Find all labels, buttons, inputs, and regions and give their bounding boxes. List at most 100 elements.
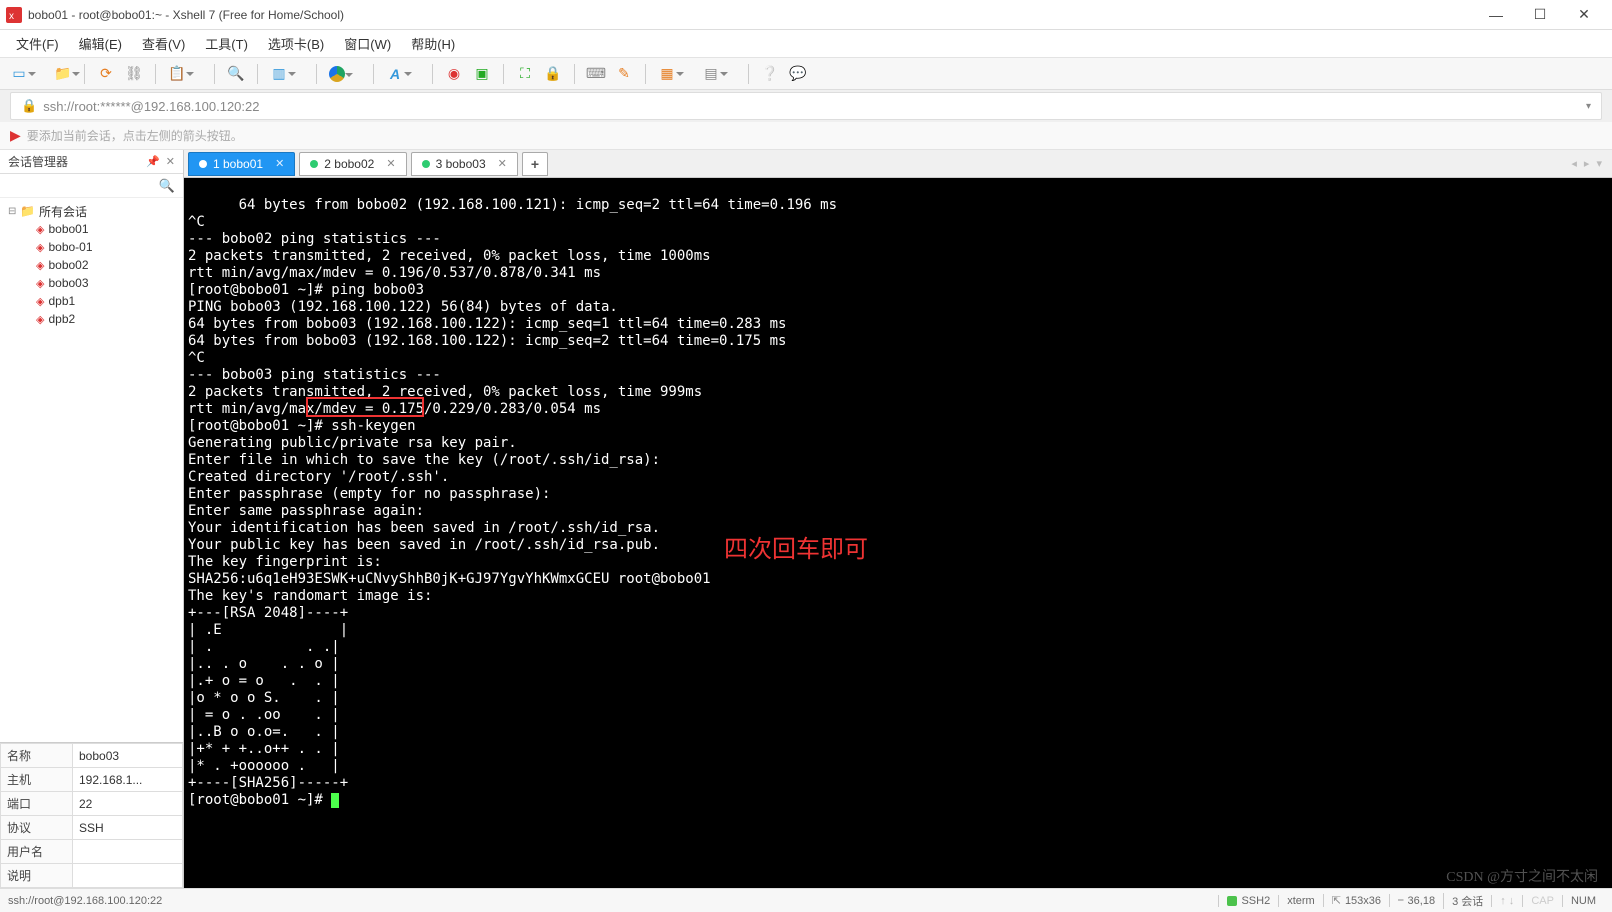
- status-left: ssh://root@192.168.100.120:22: [8, 895, 1218, 907]
- tab-add-button[interactable]: +: [522, 152, 548, 176]
- tab-nav-arrows[interactable]: ◂ ▸ ▾: [1571, 157, 1604, 170]
- highlight-icon[interactable]: ✎: [615, 65, 633, 83]
- flag-icon[interactable]: ▶: [10, 127, 21, 144]
- tab-close-icon[interactable]: ✕: [498, 157, 507, 170]
- new-session-icon[interactable]: ▭: [10, 65, 28, 83]
- menu-edit[interactable]: 编辑(E): [69, 30, 132, 57]
- tree-item-bobo03[interactable]: ◈bobo03: [0, 274, 183, 292]
- tab-close-icon[interactable]: ✕: [386, 157, 395, 170]
- copy-icon[interactable]: 📋: [168, 65, 186, 83]
- prop-row: 端口22: [1, 792, 183, 816]
- status-conn: SSH2: [1218, 895, 1278, 907]
- status-cap: CAP: [1522, 895, 1562, 907]
- open-session-icon[interactable]: 📁: [54, 65, 72, 83]
- window-buttons: — ☐ ✕: [1474, 1, 1606, 29]
- close-button[interactable]: ✕: [1562, 1, 1606, 29]
- sidebar-header: 会话管理器 📌✕: [0, 150, 183, 174]
- status-term: xterm: [1278, 895, 1323, 907]
- tree-item-dpb2[interactable]: ◈dpb2: [0, 310, 183, 328]
- tab-bobo01[interactable]: 1 bobo01 ✕: [188, 152, 295, 176]
- prop-row: 用户名: [1, 840, 183, 864]
- app-icon: x: [6, 7, 22, 23]
- search-icon[interactable]: 🔍: [227, 65, 245, 83]
- tree-root-label: 所有会话: [39, 203, 87, 220]
- record-icon[interactable]: ◉: [445, 65, 463, 83]
- watermark: CSDN @方寸之间不太闲: [1446, 866, 1598, 886]
- status-bar: ssh://root@192.168.100.120:22 SSH2 xterm…: [0, 888, 1612, 912]
- tab-status-icon: [310, 160, 318, 168]
- keyboard-icon[interactable]: ⌨: [587, 65, 605, 83]
- tree-toggle-icon[interactable]: ⊟: [8, 206, 20, 217]
- address-url: ssh://root:******@192.168.100.120:22: [43, 99, 1586, 114]
- menu-bar: 文件(F) 编辑(E) 查看(V) 工具(T) 选项卡(B) 窗口(W) 帮助(…: [0, 30, 1612, 58]
- help-icon[interactable]: ❔: [761, 65, 779, 83]
- tree-item-dpb1[interactable]: ◈dpb1: [0, 292, 183, 310]
- fullscreen-icon[interactable]: ⛶: [516, 65, 534, 83]
- properties-panel: 名称bobo03 主机192.168.1... 端口22 协议SSH 用户名 说…: [0, 742, 183, 888]
- content-area: 1 bobo01 ✕ 2 bobo02 ✕ 3 bobo03 ✕ + ◂ ▸ ▾…: [184, 150, 1612, 888]
- status-sessions: 3 会话: [1443, 893, 1491, 909]
- session-icon: ◈: [36, 259, 44, 272]
- prop-row: 主机192.168.1...: [1, 768, 183, 792]
- tip-bar: ▶ 要添加当前会话，点击左侧的箭头按钮。: [0, 122, 1612, 150]
- xftp-icon[interactable]: ▦: [658, 65, 676, 83]
- annotation-text: 四次回车即可: [724, 542, 868, 559]
- svg-text:x: x: [9, 11, 14, 22]
- terminal[interactable]: 64 bytes from bobo02 (192.168.100.121): …: [184, 178, 1612, 888]
- main-area: 会话管理器 📌✕ 🔍 ⊟ 📁 所有会话 ◈bobo01 ◈bobo-01 ◈bo…: [0, 150, 1612, 888]
- terminal-list-icon[interactable]: ▤: [702, 65, 720, 83]
- tab-close-icon[interactable]: ✕: [275, 157, 284, 170]
- address-bar[interactable]: 🔒 ssh://root:******@192.168.100.120:22 ▾: [10, 92, 1602, 120]
- menu-help[interactable]: 帮助(H): [401, 30, 465, 57]
- menu-window[interactable]: 窗口(W): [334, 30, 401, 57]
- browser-icon[interactable]: [329, 66, 345, 82]
- tab-label: 2 bobo02: [324, 157, 374, 171]
- disconnect-icon[interactable]: ⛓: [125, 65, 143, 83]
- tip-text: 要添加当前会话，点击左侧的箭头按钮。: [27, 127, 243, 144]
- status-size: ⇱ 153x36: [1323, 894, 1389, 907]
- window-title: bobo01 - root@bobo01:~ - Xshell 7 (Free …: [28, 8, 1474, 22]
- tab-bobo03[interactable]: 3 bobo03 ✕: [411, 152, 518, 176]
- menu-view[interactable]: 查看(V): [132, 30, 195, 57]
- prop-row: 名称bobo03: [1, 744, 183, 768]
- toolbar: ▭ 📁 ⟳ ⛓ 📋 🔍 ▥ A ◉ ▣ ⛶ 🔒 ⌨ ✎ ▦ ▤ ❔ 💬: [0, 58, 1612, 90]
- session-icon: ◈: [36, 313, 44, 326]
- tree-item-bobo02[interactable]: ◈bobo02: [0, 256, 183, 274]
- lock-icon[interactable]: 🔒: [544, 65, 562, 83]
- sidebar-pin[interactable]: 📌✕: [146, 155, 175, 168]
- prop-row: 协议SSH: [1, 816, 183, 840]
- minimize-button[interactable]: —: [1474, 1, 1518, 29]
- reconnect-icon[interactable]: ⟳: [97, 65, 115, 83]
- tree-root[interactable]: ⊟ 📁 所有会话: [0, 202, 183, 220]
- sidebar-search[interactable]: 🔍: [0, 174, 183, 198]
- address-dropdown-icon[interactable]: ▾: [1586, 101, 1591, 112]
- tab-bar: 1 bobo01 ✕ 2 bobo02 ✕ 3 bobo03 ✕ + ◂ ▸ ▾: [184, 150, 1612, 178]
- properties-table: 名称bobo03 主机192.168.1... 端口22 协议SSH 用户名 说…: [0, 743, 183, 888]
- tab-bobo02[interactable]: 2 bobo02 ✕: [299, 152, 406, 176]
- tab-label: 3 bobo03: [436, 157, 486, 171]
- session-icon: ◈: [36, 241, 44, 254]
- tab-status-icon: [422, 160, 430, 168]
- folder-icon: 📁: [20, 204, 35, 218]
- tree-item-bobo01[interactable]: ◈bobo01: [0, 220, 183, 238]
- title-bar: x bobo01 - root@bobo01:~ - Xshell 7 (Fre…: [0, 0, 1612, 30]
- search-icon[interactable]: 🔍: [159, 178, 175, 194]
- menu-tools[interactable]: 工具(T): [195, 30, 258, 57]
- play-icon[interactable]: ▣: [473, 65, 491, 83]
- status-arrows[interactable]: ↑ ↓: [1491, 895, 1522, 907]
- sidebar-title: 会话管理器: [8, 153, 68, 170]
- tree-item-bobo-01[interactable]: ◈bobo-01: [0, 238, 183, 256]
- menu-file[interactable]: 文件(F): [6, 30, 69, 57]
- session-icon: ◈: [36, 295, 44, 308]
- chat-icon[interactable]: 💬: [789, 65, 807, 83]
- font-icon[interactable]: A: [386, 65, 404, 83]
- prop-row: 说明: [1, 864, 183, 888]
- layout-icon[interactable]: ▥: [270, 65, 288, 83]
- menu-tab[interactable]: 选项卡(B): [258, 30, 334, 57]
- sidebar-close-icon[interactable]: ✕: [166, 155, 175, 168]
- status-cursor: ⎯ 36,18: [1389, 894, 1443, 907]
- sidebar: 会话管理器 📌✕ 🔍 ⊟ 📁 所有会话 ◈bobo01 ◈bobo-01 ◈bo…: [0, 150, 184, 888]
- maximize-button[interactable]: ☐: [1518, 1, 1562, 29]
- pin-icon[interactable]: 📌: [146, 155, 160, 168]
- tab-status-icon: [199, 160, 207, 168]
